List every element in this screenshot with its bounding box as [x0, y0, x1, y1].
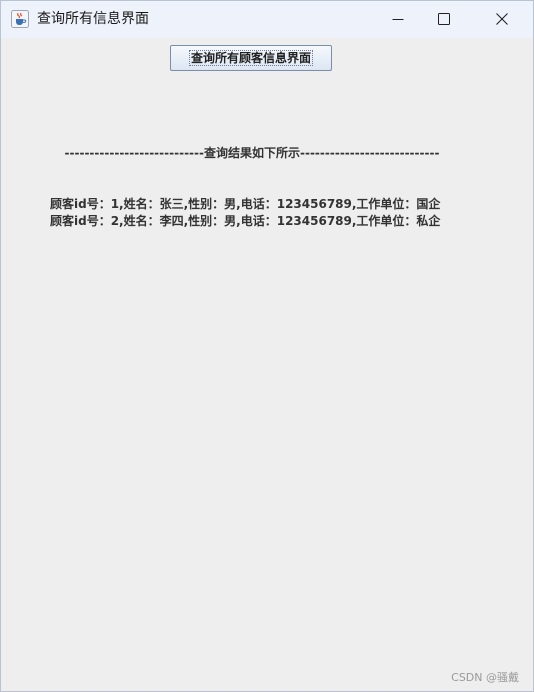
result-row: 顾客id号：2,姓名：李四,性别：男,电话：123456789,工作单位：私企: [50, 214, 441, 228]
minimize-button[interactable]: [375, 1, 421, 38]
close-icon: [496, 13, 508, 25]
results-divider-label: ----------------------------查询结果如下所示----…: [64, 146, 440, 160]
window-title: 查询所有信息界面: [37, 11, 149, 27]
minimize-icon: [392, 19, 404, 20]
watermark: CSDN @骚戴: [451, 671, 519, 684]
query-all-customers-button[interactable]: 查询所有顾客信息界面: [170, 45, 332, 71]
result-row: 顾客id号：1,姓名：张三,性别：男,电话：123456789,工作单位：国企: [50, 197, 441, 211]
maximize-icon: [438, 13, 450, 25]
title-bar[interactable]: 查询所有信息界面: [1, 1, 533, 38]
maximize-button[interactable]: [421, 1, 467, 38]
results-list: 顾客id号：1,姓名：张三,性别：男,电话：123456789,工作单位：国企 …: [50, 196, 440, 230]
query-all-customers-button-label: 查询所有顾客信息界面: [188, 50, 313, 66]
close-button[interactable]: [479, 1, 525, 38]
app-window: 查询所有信息界面 查询所有顾客信息界面 --------------------…: [0, 0, 534, 692]
java-cup-icon: [11, 10, 29, 28]
content-pane: 查询所有顾客信息界面 ----------------------------查…: [1, 38, 533, 691]
